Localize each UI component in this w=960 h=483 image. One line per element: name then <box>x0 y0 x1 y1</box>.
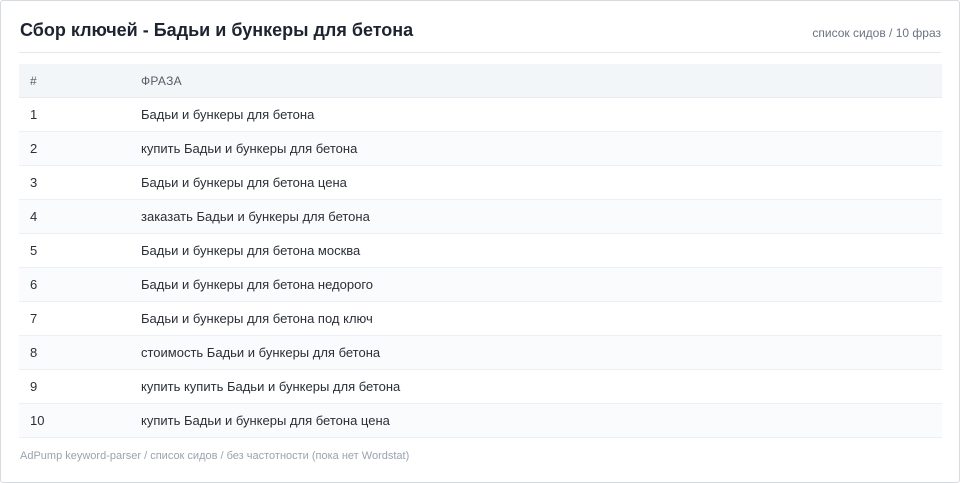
row-phrase: купить Бадьи и бункеры для бетона цена <box>141 403 942 438</box>
table-row[interactable]: 8 стоимость Бадьи и бункеры для бетона <box>19 335 942 370</box>
page-title: Сбор ключей - Бадьи и бункеры для бетона <box>20 20 414 40</box>
row-phrase: Бадьи и бункеры для бетона <box>141 97 942 132</box>
row-number: 2 <box>19 131 141 166</box>
keywords-table: # ФРАЗА 1 Бадьи и бункеры для бетона 2 к… <box>19 64 942 438</box>
table-row[interactable]: 1 Бадьи и бункеры для бетона <box>19 97 942 132</box>
table-row[interactable]: 6 Бадьи и бункеры для бетона недорого <box>19 267 942 302</box>
row-number: 3 <box>19 165 141 200</box>
keyword-card: Сбор ключей - Бадьи и бункеры для бетона… <box>0 0 960 483</box>
column-header-phrase[interactable]: ФРАЗА <box>141 64 942 98</box>
row-phrase: заказать Бадьи и бункеры для бетона <box>141 199 942 234</box>
row-phrase: Бадьи и бункеры для бетона недорого <box>141 267 942 302</box>
row-number: 7 <box>19 301 141 336</box>
row-number: 5 <box>19 233 141 268</box>
card-header: Сбор ключей - Бадьи и бункеры для бетона… <box>19 1 941 53</box>
table-header-row: # ФРАЗА <box>19 64 942 98</box>
row-phrase: купить Бадьи и бункеры для бетона <box>141 131 942 166</box>
row-phrase: Бадьи и бункеры для бетона москва <box>141 233 942 268</box>
row-phrase: Бадьи и бункеры для бетона под ключ <box>141 301 942 336</box>
table-row[interactable]: 7 Бадьи и бункеры для бетона под ключ <box>19 301 942 336</box>
row-phrase: купить купить Бадьи и бункеры для бетона <box>141 369 942 404</box>
page-subtitle: список сидов / 10 фраз <box>812 26 941 40</box>
table-row[interactable]: 3 Бадьи и бункеры для бетона цена <box>19 165 942 200</box>
column-header-number[interactable]: # <box>19 64 141 98</box>
row-number: 10 <box>19 403 141 438</box>
footer-note: AdPump keyword-parser / список сидов / б… <box>20 450 410 462</box>
row-phrase: стоимость Бадьи и бункеры для бетона <box>141 335 942 370</box>
row-number: 8 <box>19 335 141 370</box>
row-number: 4 <box>19 199 141 234</box>
table-row[interactable]: 2 купить Бадьи и бункеры для бетона <box>19 131 942 166</box>
row-number: 1 <box>19 97 141 132</box>
row-phrase: Бадьи и бункеры для бетона цена <box>141 165 942 200</box>
row-number: 6 <box>19 267 141 302</box>
table-row[interactable]: 5 Бадьи и бункеры для бетона москва <box>19 233 942 268</box>
table-row[interactable]: 9 купить купить Бадьи и бункеры для бето… <box>19 369 942 404</box>
table-row[interactable]: 4 заказать Бадьи и бункеры для бетона <box>19 199 942 234</box>
table-row[interactable]: 10 купить Бадьи и бункеры для бетона цен… <box>19 403 942 438</box>
row-number: 9 <box>19 369 141 404</box>
